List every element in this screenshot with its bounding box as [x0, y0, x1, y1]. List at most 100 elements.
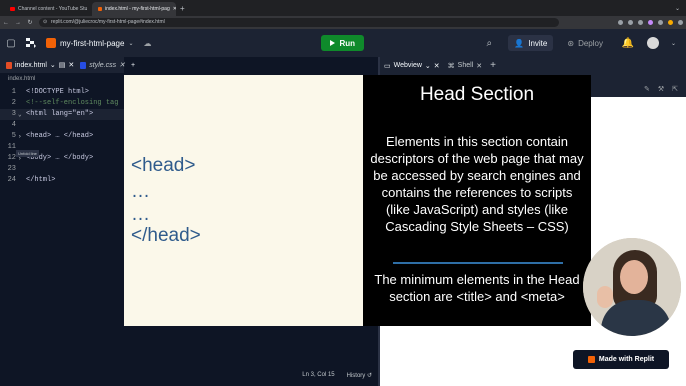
webview-tab-bar: ▭ Webview ⌄ ✕ ⌘ Shell ✕ +	[380, 57, 686, 74]
tab-webview[interactable]: ▭ Webview ⌄ ✕	[384, 62, 440, 70]
tab-shell[interactable]: ⌘ Shell ✕	[448, 62, 482, 70]
address-bar: ← → ↻ ⊙ replit.com/@juliecroc/my-first-h…	[0, 16, 686, 29]
deploy-button[interactable]: ⊛ Deploy	[561, 35, 609, 51]
slide-footer: The minimum elements in the Head section…	[374, 272, 580, 304]
line-number: 5	[11, 132, 16, 140]
line-number: 2	[11, 99, 16, 107]
fold-chevron-icon[interactable]: ›	[18, 131, 22, 142]
breadcrumb[interactable]: index.html	[0, 73, 124, 85]
add-tab-icon[interactable]: +	[490, 60, 496, 71]
chevron-down-icon[interactable]: ⌄	[425, 62, 431, 70]
line-number: 23	[7, 165, 16, 173]
url-text: replit.com/@juliecroc/my-first-html-page…	[51, 19, 165, 25]
code-text: </html>	[26, 176, 56, 184]
repl-name[interactable]: my-first-html-page	[60, 39, 124, 48]
edit-icon[interactable]: ✎	[644, 85, 650, 93]
chevron-down-icon[interactable]: ⌄	[50, 61, 56, 69]
back-icon[interactable]: ←	[3, 20, 9, 26]
line-number: 11	[7, 143, 16, 151]
share-icon[interactable]	[628, 20, 633, 25]
devtools-icon[interactable]: ⚒	[658, 85, 664, 93]
cursor-position[interactable]: Ln 3, Col 15	[302, 372, 334, 378]
css-file-icon	[80, 61, 87, 69]
line-number: 12	[7, 154, 16, 162]
add-tab-icon[interactable]: +	[131, 62, 135, 69]
replit-logo-icon[interactable]	[26, 38, 36, 48]
tab-index-html[interactable]: index.html ⌄ ▤ ✕	[6, 61, 74, 69]
made-with-replit-badge[interactable]: Made with Replit	[573, 350, 669, 369]
split-icon[interactable]: ▤	[59, 61, 66, 69]
deploy-label: Deploy	[578, 38, 603, 48]
code-text: <!--self-enclosing tag	[26, 99, 119, 107]
more-menu-icon[interactable]	[678, 20, 683, 25]
chevron-down-icon[interactable]: ⌄	[671, 40, 676, 47]
new-tab-icon[interactable]: +	[180, 2, 185, 16]
replit-header: ▢ my-first-html-page ⌄ ☁ Run ⌕ 👤 Invite …	[0, 29, 686, 57]
close-icon[interactable]: ✕	[68, 61, 74, 69]
tab-label: Webview	[393, 62, 422, 69]
browser-tab-strip: Channel content - YouTube Stu ✕ index.ht…	[0, 0, 686, 16]
reload-icon[interactable]: ↻	[27, 19, 33, 26]
close-tab-icon[interactable]: ✕	[173, 6, 176, 12]
run-button[interactable]: Run	[321, 35, 365, 51]
fold-tooltip: Unfold line	[16, 150, 39, 157]
close-icon[interactable]: ✕	[434, 62, 440, 70]
overlay-line: </head>	[131, 225, 201, 246]
code-line[interactable]: 5 › <head> … </head>	[0, 131, 124, 142]
zoom-icon[interactable]	[618, 20, 623, 25]
code-line[interactable]: 4	[0, 120, 124, 131]
open-new-tab-icon[interactable]: ⇱	[672, 85, 678, 93]
search-icon[interactable]: ⌕	[478, 38, 500, 49]
add-user-icon: 👤	[514, 38, 525, 48]
presenter-hand	[597, 286, 613, 308]
browser-tab-label: Channel content - YouTube Stu	[18, 6, 88, 12]
puzzle-icon[interactable]	[658, 20, 663, 25]
profile-icon[interactable]	[668, 20, 673, 25]
line-number: 1	[11, 88, 16, 96]
close-icon[interactable]: ✕	[119, 61, 125, 69]
head-section-slide: Head Section Elements in this section co…	[363, 75, 591, 326]
replit-favicon-icon	[98, 7, 102, 11]
browser-tab-replit[interactable]: index.html - my-first-html-pag ✕	[92, 2, 176, 16]
browser-tab-youtube[interactable]: Channel content - YouTube Stu ✕	[4, 2, 88, 16]
code-line[interactable]: 2 <!--self-enclosing tag	[0, 98, 124, 109]
slide-title: Head Section	[419, 84, 535, 105]
extension-icons	[618, 20, 683, 25]
tab-label: Shell	[457, 62, 474, 69]
user-avatar[interactable]	[646, 37, 659, 49]
bookmark-star-icon[interactable]	[638, 20, 643, 25]
monitor-icon: ▭	[384, 62, 391, 70]
play-icon	[330, 40, 336, 46]
url-field[interactable]: ⊙ replit.com/@juliecroc/my-first-html-pa…	[39, 18, 559, 27]
history-icon: ↺	[366, 372, 372, 379]
chevron-down-icon[interactable]: ⌄	[128, 40, 133, 47]
close-icon[interactable]: ✕	[476, 62, 482, 70]
forward-icon[interactable]: →	[15, 20, 21, 26]
slide-divider	[393, 262, 563, 264]
tab-label: style.css	[89, 61, 117, 69]
html-file-icon	[6, 61, 12, 69]
line-number: 24	[7, 176, 16, 184]
browser-tab-label: index.html - my-first-html-pag	[105, 6, 170, 12]
tab-style-css[interactable]: style.css ✕	[80, 61, 125, 69]
history-button[interactable]: History ↺	[347, 372, 372, 379]
overlay-line: <head>	[131, 155, 196, 176]
line-number: 4	[11, 121, 16, 129]
lock-icon: ⊙	[43, 19, 48, 25]
slide-body: Elements in this section contain descrip…	[370, 134, 584, 234]
invite-button[interactable]: 👤 Invite	[508, 35, 554, 51]
sidebar-toggle-icon[interactable]: ▢	[0, 38, 22, 49]
tab-search-chevron-icon[interactable]: ⌄	[675, 2, 686, 16]
code-line[interactable]: 23	[0, 164, 124, 175]
fold-chevron-icon[interactable]: ⌄	[18, 109, 22, 120]
code-line[interactable]: 3 ⌄ <html lang="en">	[0, 109, 124, 120]
webview-toolbar: ✎ ⚒ ⇱	[590, 80, 686, 97]
extension-icon[interactable]	[648, 20, 653, 25]
notification-bell-icon[interactable]: 🔔	[617, 38, 639, 49]
code-line[interactable]: 24 </html>	[0, 175, 124, 186]
code-text: <html lang="en">	[26, 110, 94, 118]
head-code-overlay: <head> … … </head>	[124, 75, 363, 326]
badge-label: Made with Replit	[598, 356, 655, 363]
code-line[interactable]: 1 <!DOCTYPE html>	[0, 87, 124, 98]
history-label: History	[346, 372, 366, 379]
